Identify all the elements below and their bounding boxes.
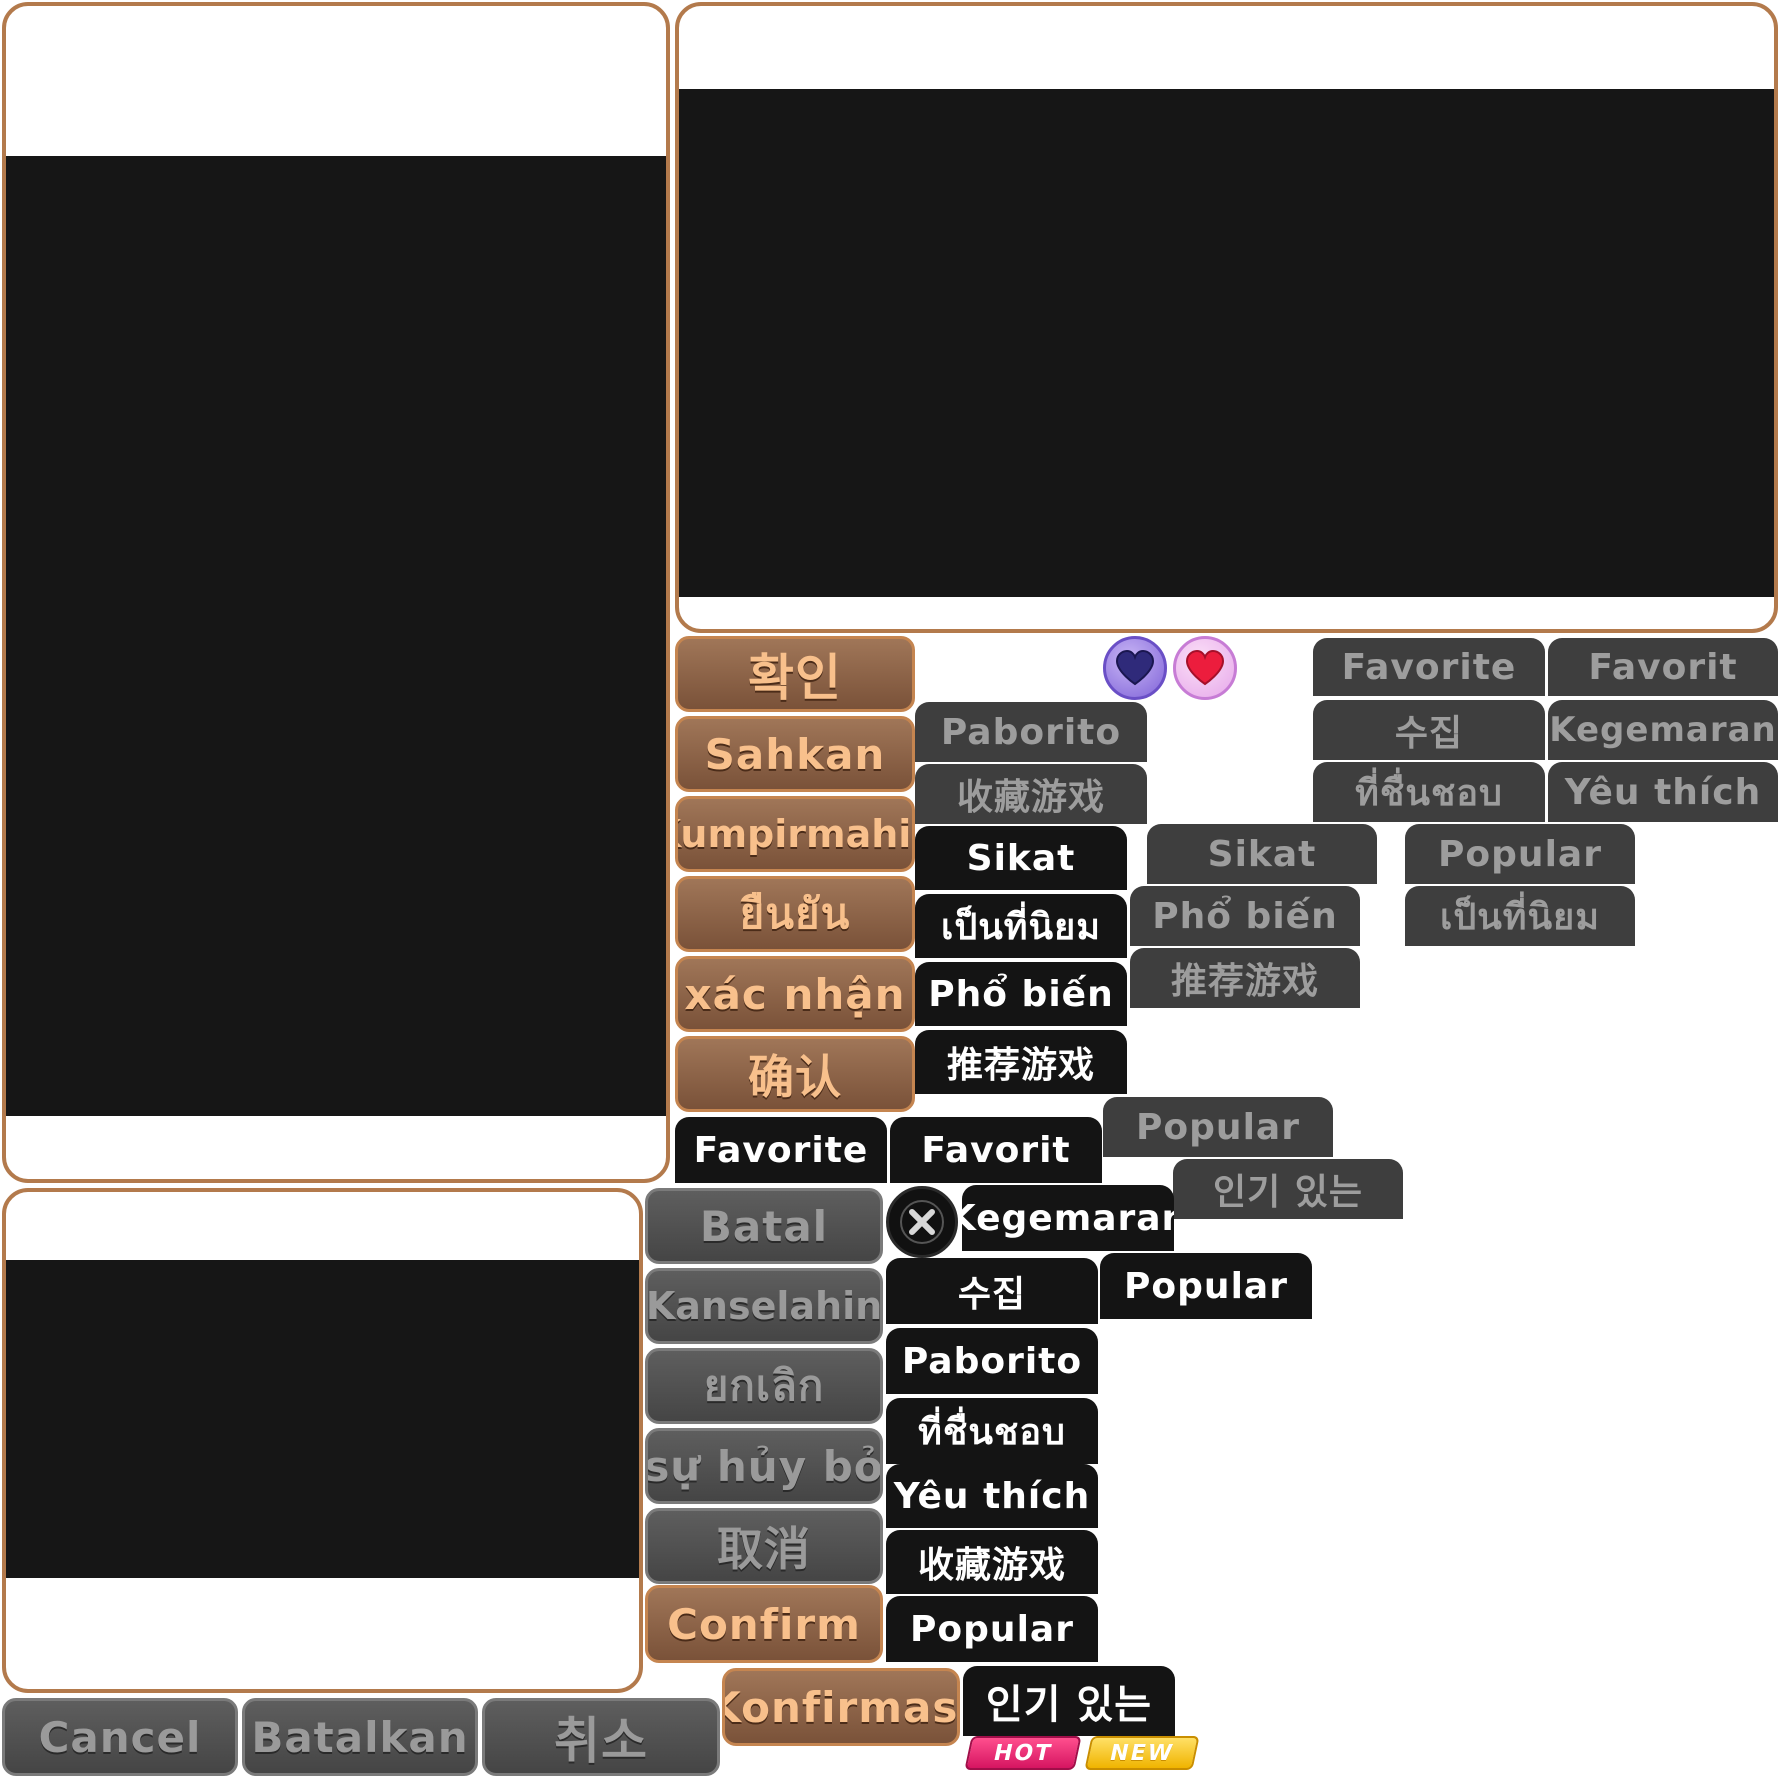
screen-area: [6, 1260, 639, 1578]
heart-shape: [1185, 649, 1225, 686]
confirm-button-th[interactable]: ยืนยัน: [675, 876, 915, 952]
tag-popular-dim-b[interactable]: Popular: [1103, 1097, 1333, 1157]
cancel-button-ms[interactable]: Batal: [645, 1188, 883, 1264]
tag-favorite-dim[interactable]: Favorite: [1313, 638, 1545, 696]
tag-paborito-dim[interactable]: Paborito: [915, 702, 1147, 762]
tag-ingi[interactable]: 인기 있는: [963, 1666, 1175, 1736]
tag-pho-bien-dim[interactable]: Phổ biến: [1130, 886, 1360, 946]
confirm-button-fil[interactable]: Kumpirmahin: [675, 796, 915, 872]
screen-area: [679, 89, 1774, 597]
tag-popular[interactable]: Popular: [1100, 1253, 1312, 1319]
confirm-button-id[interactable]: Konfirmasi: [722, 1668, 960, 1746]
tag-thai-favorite[interactable]: ที่ชื่นชอบ: [886, 1398, 1098, 1464]
cancel-button-fil[interactable]: Kanselahin: [645, 1268, 883, 1344]
tag-shoucang-dim[interactable]: 收藏游戏: [915, 764, 1147, 824]
new-badge: NEW: [1084, 1736, 1200, 1770]
confirm-button-zh[interactable]: 确认: [675, 1036, 915, 1112]
cancel-button-zh[interactable]: 取消: [645, 1508, 883, 1584]
tag-paborito[interactable]: Paborito: [886, 1328, 1098, 1394]
tag-kegemaran-dim[interactable]: Kegemaran: [1548, 700, 1778, 760]
heart-shape: [1115, 649, 1155, 686]
frame-landscape: [675, 2, 1778, 633]
tag-thai-popular[interactable]: เป็นที่นิยม: [915, 894, 1127, 958]
cancel-button-vi[interactable]: sự hủy bỏ: [645, 1428, 883, 1504]
tag-yeu-thich[interactable]: Yêu thích: [886, 1464, 1098, 1528]
confirm-button-vi[interactable]: xác nhận: [675, 956, 915, 1032]
cancel-button-id[interactable]: Batalkan: [242, 1698, 478, 1776]
tag-pho-bien[interactable]: Phổ biến: [915, 962, 1127, 1026]
confirm-button-ms[interactable]: Sahkan: [675, 716, 915, 792]
close-x: [900, 1200, 944, 1244]
confirm-button-ko[interactable]: 확인: [675, 636, 915, 712]
tag-thai-favorite-dim[interactable]: ที่ชื่นชอบ: [1313, 762, 1545, 822]
cancel-button-ko[interactable]: 취소: [482, 1698, 720, 1776]
screen-area: [6, 156, 666, 1116]
confirm-button-en[interactable]: Confirm: [645, 1585, 883, 1663]
tag-popular-dim[interactable]: Popular: [1405, 824, 1635, 884]
cancel-button-en[interactable]: Cancel: [2, 1698, 238, 1776]
tag-sujip[interactable]: 수집: [886, 1258, 1098, 1324]
tag-thai-popular-dim[interactable]: เป็นที่นิยม: [1405, 886, 1635, 946]
frame-portrait: [2, 2, 670, 1183]
cancel-button-th[interactable]: ยกเลิก: [645, 1348, 883, 1424]
heart-filled-icon[interactable]: [1173, 636, 1237, 700]
tag-shoucang[interactable]: 收藏游戏: [886, 1530, 1098, 1594]
heart-outline-icon[interactable]: [1103, 636, 1167, 700]
tag-sikat-dim[interactable]: Sikat: [1147, 824, 1377, 884]
tag-favorite[interactable]: Favorite: [675, 1117, 887, 1183]
tag-tuijian-dim[interactable]: 推荐游戏: [1130, 948, 1360, 1008]
tag-popular-b[interactable]: Popular: [886, 1596, 1098, 1662]
tag-kegemaran[interactable]: Kegemaran: [962, 1185, 1174, 1251]
frame-small: [2, 1188, 643, 1693]
close-icon[interactable]: [886, 1186, 958, 1258]
tag-yeu-thich-dim[interactable]: Yêu thích: [1548, 762, 1778, 822]
tag-favorit[interactable]: Favorit: [890, 1117, 1102, 1183]
tag-tuijian[interactable]: 推荐游戏: [915, 1030, 1127, 1094]
tag-ingi-dim[interactable]: 인기 있는: [1173, 1159, 1403, 1219]
tag-favorit-dim[interactable]: Favorit: [1548, 638, 1778, 696]
tag-sujip-dim[interactable]: 수집: [1313, 700, 1545, 760]
hot-badge: HOT: [964, 1736, 1082, 1770]
tag-sikat[interactable]: Sikat: [915, 826, 1127, 890]
